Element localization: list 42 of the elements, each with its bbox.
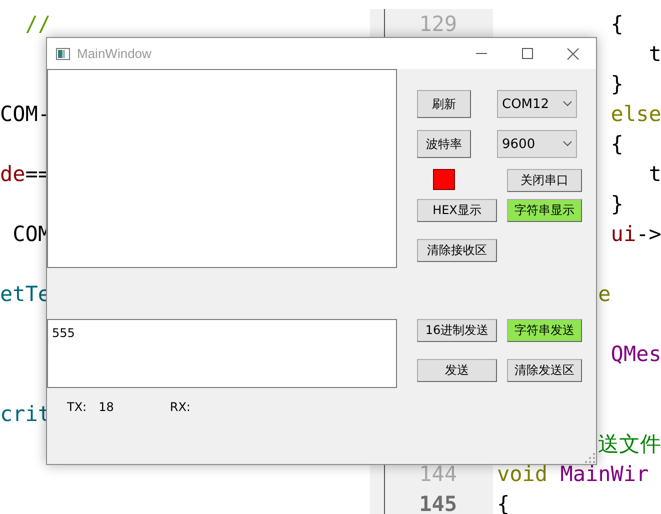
push-button[interactable]: 发送	[417, 359, 497, 382]
toggle-button[interactable]: 字符串显示	[507, 199, 582, 222]
chevron-icon	[563, 101, 572, 107]
push-button[interactable]: 波特率	[417, 130, 471, 158]
code-line: COM-	[0, 102, 51, 126]
maximize-icon	[522, 48, 532, 59]
push-button[interactable]: 清除接收区	[417, 239, 497, 262]
code-line: QMes	[610, 342, 661, 366]
line-number: 144	[419, 462, 457, 486]
tx-value: 18	[98, 400, 114, 414]
code-line: {	[610, 132, 624, 156]
code-line: void MainWir	[497, 462, 649, 486]
window-title: MainWindow	[77, 46, 152, 61]
rx-label: RX:	[170, 400, 190, 414]
code-line: else	[610, 102, 661, 126]
send-field[interactable]: 555	[47, 319, 397, 388]
close-icon	[567, 48, 579, 60]
resize-grip-icon	[585, 453, 595, 463]
app-icon	[56, 48, 70, 60]
combo-box[interactable]: 9600	[497, 130, 577, 158]
receive-field[interactable]	[47, 69, 397, 268]
code-line: {	[610, 12, 624, 36]
code-line: //	[25, 12, 51, 36]
code-line: }	[610, 72, 624, 96]
chevron-icon	[563, 141, 572, 147]
push-button[interactable]: 清除发送区	[507, 359, 582, 382]
code-line: t	[648, 42, 661, 66]
push-button[interactable]: 关闭串口	[507, 169, 582, 192]
code-line: ui->	[610, 222, 661, 246]
code-line: }	[610, 192, 624, 216]
toggle-button[interactable]: 字符串发送	[507, 319, 582, 342]
tx-label: TX:	[67, 400, 87, 414]
push-button[interactable]: 刷新	[417, 90, 471, 118]
line-number: 129	[419, 12, 457, 36]
toggle-button[interactable]: 16进制发送	[417, 319, 497, 342]
line-number: 145	[419, 492, 457, 514]
code-line: 送文件	[598, 432, 661, 456]
code-line: e	[598, 282, 611, 306]
minimize-icon	[476, 53, 486, 54]
code-line: t	[648, 162, 661, 186]
toggle-button[interactable]: HEX显示	[417, 199, 497, 222]
combo-box[interactable]: COM12	[497, 90, 577, 118]
